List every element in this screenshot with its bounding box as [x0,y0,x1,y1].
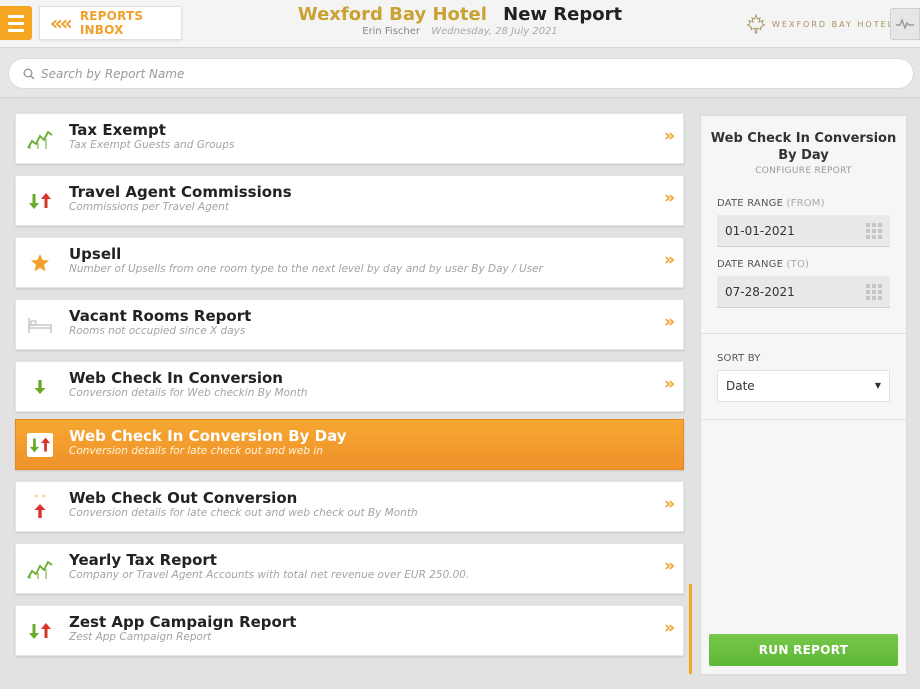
date-from-value: 01-01-2021 [725,223,795,238]
double-chevron-right-icon: » [664,250,675,270]
user-name: Erin Fischer [362,26,421,37]
activity-button[interactable] [890,8,920,40]
double-chevron-right-icon: » [664,188,675,208]
report-item-zest-app-campaign[interactable]: Zest App Campaign Report Zest App Campai… [15,605,684,656]
divider [701,333,906,334]
report-item-travel-agent-commissions[interactable]: Travel Agent Commissions Commissions per… [15,175,684,226]
double-chevron-right-icon: » [664,126,675,146]
hotel-logo: WEXFORD BAY HOTEL [746,14,894,34]
report-name: Yearly Tax Report [69,551,217,569]
report-name: Vacant Rooms Report [69,307,252,325]
double-chevron-right-icon: » [664,312,675,332]
report-description: Conversion details for Web checkin By Mo… [69,387,308,399]
divider [701,419,906,420]
trend-chart-icon [26,125,54,153]
search-input[interactable] [41,66,841,81]
up-down-arrows-icon [27,433,53,457]
date-to-field[interactable]: 07-28-2021 [717,276,890,308]
report-item-web-check-out-conversion[interactable]: Web Check Out Conversion Conversion deta… [15,481,684,532]
report-description: Tax Exempt Guests and Groups [69,139,235,151]
report-item-yearly-tax-report[interactable]: Yearly Tax Report Company or Travel Agen… [15,543,684,594]
search-icon [23,68,35,80]
report-description: Commissions per Travel Agent [69,201,230,213]
search-bar [0,49,920,98]
maple-leaf-icon [746,14,766,34]
report-description: Zest App Campaign Report [69,631,212,643]
report-name: Zest App Campaign Report [69,613,297,631]
trend-chart-icon [26,555,54,583]
date-from-hint: (FROM) [786,198,825,209]
sort-by-value: Date [726,379,755,393]
date-to-label-text: DATE RANGE [717,259,784,270]
report-item-vacant-rooms[interactable]: Vacant Rooms Report Rooms not occupied s… [15,299,684,350]
down-arrow-icon [26,373,54,401]
report-description: Company or Travel Agent Accounts with to… [69,569,470,581]
date-from-label: DATE RANGE (FROM) [717,198,825,209]
report-item-upsell[interactable]: Upsell Number of Upsells from one room t… [15,237,684,288]
date-from-label-text: DATE RANGE [717,198,784,209]
report-name: Travel Agent Commissions [69,183,292,201]
date-to-label: DATE RANGE (TO) [717,259,809,270]
report-name: Web Check In Conversion [69,369,283,387]
report-name: Web Check Out Conversion [69,489,298,507]
report-name: Web Check In Conversion By Day [69,427,347,445]
bed-icon [26,311,54,339]
double-chevron-right-icon: » [664,556,675,576]
up-down-arrows-icon [26,187,54,215]
report-description: Conversion details for late check out an… [69,507,418,519]
report-name: Upsell [69,245,122,263]
report-item-web-check-in-conversion[interactable]: Web Check In Conversion Conversion detai… [15,361,684,412]
report-item-tax-exempt[interactable]: Tax Exempt Tax Exempt Guests and Groups … [15,113,684,164]
calendar-grid-icon [866,223,882,239]
calendar-grid-icon [866,284,882,300]
panel-title: Web Check In Conversion By Day [710,131,897,163]
date-to-value: 07-28-2021 [725,284,795,299]
report-item-web-check-in-conversion-by-day[interactable]: Web Check In Conversion By Day Conversio… [15,419,684,470]
run-report-button[interactable]: RUN REPORT [709,634,898,666]
top-bar: «« REPORTS INBOX Wexford Bay Hotel New R… [0,0,920,48]
up-arrow-icon [26,493,54,521]
report-name: Tax Exempt [69,121,166,139]
configure-report-panel: Web Check In Conversion By Day CONFIGURE… [700,115,907,675]
double-chevron-right-icon: » [664,374,675,394]
sort-by-select[interactable]: Date ▼ [717,370,890,402]
dropdown-arrow-icon: ▼ [874,381,881,390]
hotel-name: Wexford Bay Hotel [297,4,487,25]
panel-subtitle: CONFIGURE REPORT [755,166,852,176]
hotel-logo-text: WEXFORD BAY HOTEL [772,19,895,29]
up-down-arrows-icon [26,617,54,645]
business-date: Wednesday, 28 July 2021 [431,26,558,37]
double-chevron-right-icon: » [664,494,675,514]
report-description: Number of Upsells from one room type to … [69,263,543,275]
scrollbar[interactable] [689,584,692,674]
double-chevron-right-icon: » [664,618,675,638]
page-title: New Report [503,4,623,25]
report-description: Conversion details for late check out an… [69,445,323,457]
date-from-field[interactable]: 01-01-2021 [717,215,890,247]
date-to-hint: (TO) [786,259,810,270]
star-icon [26,249,54,277]
search-field[interactable] [8,58,914,89]
activity-pulse-icon [896,18,914,30]
report-description: Rooms not occupied since X days [69,325,246,337]
sort-by-label: SORT BY [717,353,761,364]
